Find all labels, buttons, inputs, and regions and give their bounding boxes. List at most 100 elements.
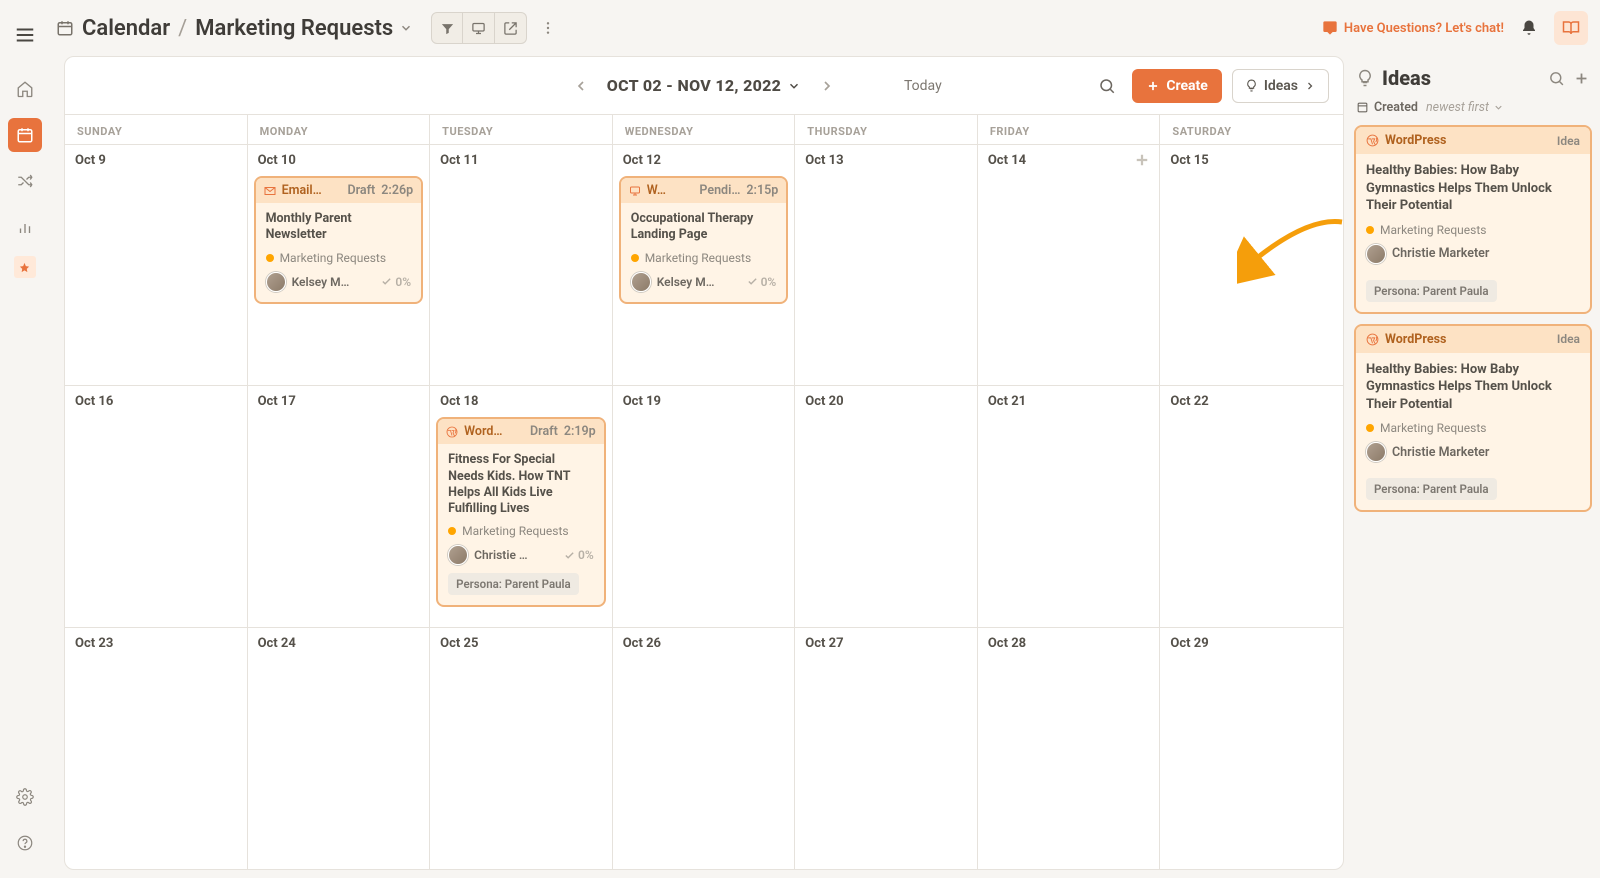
avatar [631, 272, 651, 292]
more-options-button[interactable] [535, 12, 561, 44]
calendar-cell[interactable]: Oct 29 [1160, 628, 1343, 869]
nav-shuffle[interactable] [8, 164, 42, 198]
check-icon [564, 550, 575, 561]
persona-tag: Persona: Parent Paula [1366, 280, 1497, 302]
event-card[interactable]: Word… Draft 2:19p Fitness For Special Ne… [436, 417, 606, 607]
weekday-head: THURSDAY [795, 115, 978, 144]
topbar: Calendar / Marketing Requests [50, 0, 1600, 56]
display-button[interactable] [463, 12, 495, 44]
calendar-search-button[interactable] [1092, 71, 1122, 101]
event-card[interactable]: W… Pendi… 2:15p Occupational Therapy Lan… [619, 176, 789, 304]
calendar-head-row: SUNDAY MONDAY TUESDAY WEDNESDAY THURSDAY… [65, 115, 1343, 145]
filter-button[interactable] [431, 12, 463, 44]
mail-icon [264, 185, 276, 197]
calendar-cell[interactable]: Oct 18 Word… Draft 2:19p [430, 386, 613, 626]
event-body: Occupational Therapy Landing Page Market… [621, 203, 787, 302]
ideas-pane: Ideas Created newest first [1354, 56, 1592, 870]
calendar-cell[interactable]: Oct 9 [65, 145, 248, 385]
share-button[interactable] [495, 12, 527, 44]
event-body: Fitness For Special Needs Kids. How TNT … [438, 444, 604, 605]
today-button[interactable]: Today [904, 78, 942, 94]
event-status: Draft [530, 424, 558, 439]
ideas-search-button[interactable] [1548, 70, 1565, 87]
calendar-row: Oct 23 Oct 24 Oct 25 Oct 26 Oct 27 Oct 2… [65, 628, 1343, 869]
calendar-cell[interactable]: Oct 17 [248, 386, 431, 626]
calendar-cell[interactable]: Oct 25 [430, 628, 613, 869]
calendar-cell[interactable]: Oct 16 [65, 386, 248, 626]
event-title: Fitness For Special Needs Kids. How TNT … [448, 452, 594, 517]
date-range-dropdown[interactable]: OCT 02 - NOV 12, 2022 [607, 76, 801, 95]
event-card[interactable]: Email… Draft 2:26p Monthly Parent Newsle… [254, 176, 424, 304]
project-color-dot [631, 254, 639, 262]
idea-card[interactable]: WordPress Idea Healthy Babies: How Baby … [1354, 125, 1592, 314]
nav-analytics[interactable] [8, 210, 42, 244]
event-header: W… Pendi… 2:15p [621, 178, 787, 203]
create-button[interactable]: Create [1132, 69, 1222, 103]
nav-calendar[interactable] [8, 118, 42, 152]
idea-badge: Idea [1557, 134, 1580, 148]
calendar-cell[interactable]: Oct 15 [1160, 145, 1343, 385]
persona-tag: Persona: Parent Paula [448, 573, 579, 595]
event-type-label: Email… [282, 183, 342, 198]
event-title: Monthly Parent Newsletter [266, 211, 412, 244]
add-event-button[interactable] [1133, 151, 1151, 169]
docs-button[interactable] [1554, 11, 1588, 45]
prev-range-button[interactable] [567, 72, 595, 100]
breadcrumb-sub-dropdown[interactable]: Marketing Requests [195, 16, 413, 41]
breadcrumb-root[interactable]: Calendar [82, 16, 170, 41]
calendar-cell[interactable]: Oct 26 [613, 628, 796, 869]
cell-date: Oct 25 [440, 636, 602, 651]
nav-home[interactable] [8, 72, 42, 106]
next-range-button[interactable] [813, 72, 841, 100]
calendar-cell[interactable]: Oct 20 [795, 386, 978, 626]
calendar-icon [16, 126, 34, 144]
sort-icon [1356, 101, 1369, 114]
hamburger-menu-button[interactable] [8, 18, 42, 52]
cell-date: Oct 13 [805, 153, 967, 168]
progress-label: 0% [564, 548, 594, 562]
ideas-add-button[interactable] [1573, 70, 1590, 87]
cell-date: Oct 16 [75, 394, 237, 409]
toolbar-icon-group [431, 12, 527, 44]
calendar-cell[interactable]: Oct 11 [430, 145, 613, 385]
nav-favorites[interactable] [14, 256, 36, 278]
calendar-cell[interactable]: Oct 13 [795, 145, 978, 385]
nav-help[interactable] [8, 826, 42, 860]
calendar-cell[interactable]: Oct 14 [978, 145, 1161, 385]
ideas-toggle-button[interactable]: Ideas [1232, 69, 1329, 103]
calendar-cell[interactable]: Oct 24 [248, 628, 431, 869]
project-color-dot [266, 254, 274, 262]
notifications-button[interactable] [1512, 11, 1546, 45]
project-label: Marketing Requests [1380, 223, 1486, 237]
calendar-cell[interactable]: Oct 19 [613, 386, 796, 626]
idea-card[interactable]: WordPress Idea Healthy Babies: How Baby … [1354, 324, 1592, 513]
chat-link-label: Have Questions? Let's chat! [1344, 21, 1504, 36]
calendar-cell[interactable]: Oct 22 [1160, 386, 1343, 626]
nav-settings[interactable] [8, 780, 42, 814]
idea-title: Healthy Babies: How Baby Gymnastics Help… [1366, 162, 1580, 215]
calendar-cell[interactable]: Oct 28 [978, 628, 1161, 869]
weekday-head: MONDAY [248, 115, 431, 144]
help-icon [16, 834, 34, 852]
app-root: Calendar / Marketing Requests [0, 0, 1600, 878]
ideas-sort-order-dropdown[interactable]: newest first [1426, 100, 1504, 115]
calendar-cell[interactable]: Oct 12 W… Pendi… 2:15p Oc [613, 145, 796, 385]
calendar-cell[interactable]: Oct 21 [978, 386, 1161, 626]
weekday-head: SUNDAY [65, 115, 248, 144]
chevron-right-icon [1304, 80, 1316, 92]
idea-card-header: WordPress Idea [1356, 127, 1590, 154]
weekday-head: TUESDAY [430, 115, 613, 144]
calendar-cell[interactable]: Oct 10 Email… Draft 2:26p [248, 145, 431, 385]
calendar-range-control: OCT 02 - NOV 12, 2022 [567, 72, 841, 100]
ideas-sort-kind-dropdown[interactable]: Created [1356, 100, 1418, 115]
ideas-title: Ideas [1382, 66, 1540, 90]
calendar-cell[interactable]: Oct 27 [795, 628, 978, 869]
sort-kind-label: Created [1374, 100, 1418, 115]
event-header: Email… Draft 2:26p [256, 178, 422, 203]
calendar-cell[interactable]: Oct 23 [65, 628, 248, 869]
persona-tag: Persona: Parent Paula [1366, 478, 1497, 500]
lightbulb-icon [1356, 69, 1374, 87]
chat-link[interactable]: Have Questions? Let's chat! [1322, 20, 1504, 36]
avatar [1366, 244, 1386, 264]
idea-type-label: WordPress [1385, 133, 1551, 148]
